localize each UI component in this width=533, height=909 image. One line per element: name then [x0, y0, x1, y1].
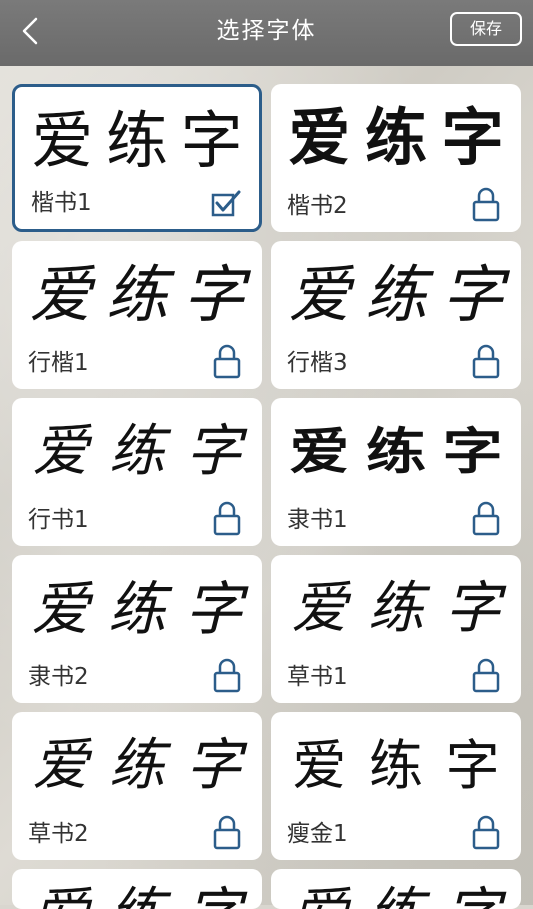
lock-icon — [472, 815, 500, 850]
font-label: 隶书2 — [28, 664, 89, 690]
font-label: 行楷1 — [28, 350, 89, 376]
sample-char: 练 — [367, 576, 424, 641]
lock-icon — [472, 187, 500, 222]
font-card-lishu1[interactable]: 爱 练 字 隶书1 — [271, 398, 521, 546]
sample-char: 字 — [445, 877, 501, 909]
sample-char: 练 — [368, 877, 424, 909]
font-card-partial[interactable]: 爱 练 字 — [12, 869, 262, 909]
lock-icon — [213, 344, 241, 379]
sample-char: 爱 — [289, 423, 350, 481]
font-label: 行书1 — [28, 507, 89, 533]
lock-icon — [472, 501, 500, 536]
font-sample: 爱 练 字 — [271, 728, 521, 804]
font-label: 楷书1 — [31, 190, 92, 216]
font-sample: 爱 练 字 — [271, 100, 521, 176]
font-sample: 爱 练 字 — [271, 877, 521, 909]
font-card-caoshu1[interactable]: 爱 练 字 草书1 — [271, 555, 521, 703]
lock-icon — [472, 658, 500, 693]
font-card-caoshu2[interactable]: 爱 练 字 草书2 — [12, 712, 262, 860]
font-card-xingshu1[interactable]: 爱 练 字 行书1 — [12, 398, 262, 546]
sample-char: 爱 — [288, 258, 351, 331]
sample-char: 字 — [185, 733, 242, 798]
sample-char: 练 — [105, 104, 168, 177]
font-sample: 爱 练 字 — [271, 257, 521, 333]
sample-char: 爱 — [31, 104, 94, 177]
sample-char: 字 — [442, 423, 503, 481]
font-sample: 爱 练 字 — [271, 571, 521, 647]
sample-char: 爱 — [291, 576, 348, 641]
sample-char: 字 — [182, 258, 245, 331]
font-label: 草书1 — [287, 664, 348, 690]
sample-char: 爱 — [32, 877, 88, 909]
sample-char: 爱 — [31, 575, 90, 643]
sample-char: 爱 — [29, 258, 92, 331]
sample-char: 练 — [368, 734, 423, 797]
sample-char: 字 — [186, 877, 242, 909]
font-label: 隶书1 — [287, 507, 348, 533]
sample-char: 爱 — [292, 734, 347, 797]
sample-char: 字 — [184, 575, 243, 643]
font-card-shoujin1[interactable]: 爱 练 字 瘦金1 — [271, 712, 521, 860]
sample-char: 练 — [364, 101, 427, 174]
sample-char: 练 — [364, 258, 427, 331]
sample-char: 字 — [180, 104, 243, 177]
sample-char: 爱 — [32, 733, 89, 798]
sample-char: 字 — [441, 101, 504, 174]
top-bar: 选择字体 保存 — [0, 0, 533, 66]
lock-icon — [213, 501, 241, 536]
sample-char: 字 — [445, 734, 500, 797]
sample-char: 练 — [108, 419, 165, 484]
lock-icon — [213, 658, 241, 693]
sample-char: 练 — [365, 423, 426, 481]
sample-char: 练 — [109, 877, 165, 909]
sample-char: 字 — [444, 576, 501, 641]
sample-char: 爱 — [32, 419, 89, 484]
lock-icon — [213, 815, 241, 850]
font-sample: 爱 练 字 — [271, 414, 521, 490]
sample-char: 练 — [107, 575, 166, 643]
checkbox-checked-icon[interactable] — [211, 189, 241, 217]
lock-icon — [472, 344, 500, 379]
font-sample: 爱 练 字 — [15, 103, 259, 179]
font-label: 瘦金1 — [287, 821, 348, 847]
font-label: 楷书2 — [287, 193, 348, 219]
sample-char: 字 — [441, 258, 504, 331]
sample-char: 爱 — [288, 101, 351, 174]
font-label: 草书2 — [28, 821, 89, 847]
sample-char: 字 — [185, 419, 242, 484]
font-sample: 爱 练 字 — [12, 728, 262, 804]
font-sample: 爱 练 字 — [12, 571, 262, 647]
font-card-xingkai1[interactable]: 爱 练 字 行楷1 — [12, 241, 262, 389]
font-card-xingkai3[interactable]: 爱 练 字 行楷3 — [271, 241, 521, 389]
font-card-lishu2[interactable]: 爱 练 字 隶书2 — [12, 555, 262, 703]
sample-char: 练 — [105, 258, 168, 331]
font-card-kaishu2[interactable]: 爱 练 字 楷书2 — [271, 84, 521, 232]
font-card-partial[interactable]: 爱 练 字 — [271, 869, 521, 909]
font-sample: 爱 练 字 — [12, 257, 262, 333]
font-sample: 爱 练 字 — [12, 414, 262, 490]
font-label: 行楷3 — [287, 350, 348, 376]
font-sample: 爱 练 字 — [12, 877, 262, 909]
sample-char: 练 — [108, 733, 165, 798]
font-card-kaishu1[interactable]: 爱 练 字 楷书1 — [12, 84, 262, 232]
save-button[interactable]: 保存 — [450, 12, 522, 46]
sample-char: 爱 — [291, 877, 347, 909]
